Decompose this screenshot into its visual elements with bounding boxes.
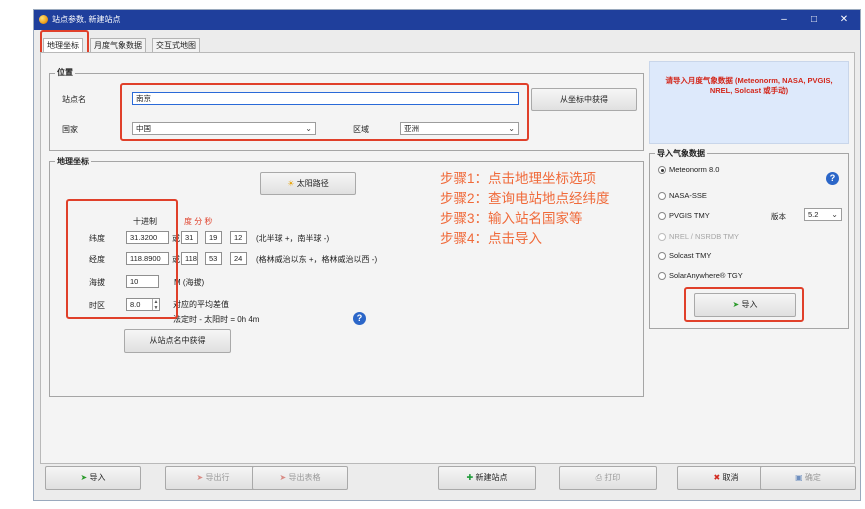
sun-icon: ☀ bbox=[287, 179, 295, 188]
export-table-label: 导出表格 bbox=[288, 473, 321, 482]
longitude-hint: (格林威治以东 +，格林威治以西 -) bbox=[256, 255, 378, 264]
minimize-icon[interactable]: – bbox=[772, 12, 796, 27]
radio-nasa-sse[interactable] bbox=[658, 192, 666, 200]
app-icon bbox=[39, 15, 48, 24]
radio-pvgis[interactable] bbox=[658, 212, 666, 220]
option-nrel: NREL / NSRDB TMY bbox=[669, 232, 740, 241]
sun-path-button[interactable]: ☀ 太阳路径 bbox=[260, 172, 356, 195]
latitude-hint: (北半球 +，南半球 -) bbox=[256, 234, 330, 243]
version-select[interactable]: 5.2 ⌄ bbox=[804, 208, 842, 221]
radio-meteonorm[interactable] bbox=[658, 166, 666, 174]
step-1: 步骤1：点击地理坐标选项 bbox=[440, 171, 597, 186]
steps-annotation: 步骤1：点击地理坐标选项 步骤2：查询电站地点经纬度 步骤3：输入站名国家等 步… bbox=[440, 169, 610, 249]
print-label: 打印 bbox=[604, 473, 621, 482]
new-site-button[interactable]: ✚ 新建站点 bbox=[438, 466, 536, 490]
cancel-x-icon: ✖ bbox=[713, 473, 721, 482]
ok-button[interactable]: ▣ 确定 bbox=[760, 466, 856, 490]
window-title: 站点参数, 新建站点 bbox=[52, 15, 121, 24]
radio-nrel bbox=[658, 233, 666, 241]
new-site-label: 新建站点 bbox=[475, 473, 508, 482]
printer-icon: ⎙ bbox=[595, 473, 603, 482]
altitude-unit: M (海拔) bbox=[174, 278, 205, 287]
import-help-icon[interactable]: ? bbox=[826, 172, 839, 185]
option-solaranywhere[interactable]: SolarAnywhere® TGY bbox=[669, 271, 743, 280]
export-arrow-icon: ➤ bbox=[279, 473, 287, 482]
timezone-note: 对应的平均差值 bbox=[173, 300, 229, 309]
tab-monthly-meteo[interactable]: 月度气象数据 bbox=[90, 38, 146, 52]
site-name-label: 站点名 bbox=[62, 95, 86, 104]
export-table-button[interactable]: ➤ 导出表格 bbox=[252, 466, 348, 490]
latitude-degrees-input[interactable]: 31 bbox=[181, 231, 198, 244]
from-site-name-button[interactable]: 从站点名中获得 bbox=[124, 329, 231, 353]
radio-solcast[interactable] bbox=[658, 252, 666, 260]
title-bar: 站点参数, 新建站点 – □ ✕ bbox=[34, 10, 860, 30]
chevron-down-icon: ⌄ bbox=[831, 210, 838, 219]
tab-interactive-map[interactable]: 交互式地图 bbox=[152, 38, 200, 52]
latitude-minutes-input[interactable]: 19 bbox=[205, 231, 222, 244]
maximize-icon[interactable]: □ bbox=[802, 12, 826, 27]
location-group-label: 位置 bbox=[55, 67, 75, 78]
from-coords-button[interactable]: 从坐标中获得 bbox=[531, 88, 637, 111]
export-site-button[interactable]: ➤ 导出行 bbox=[165, 466, 261, 490]
site-parameters-window: 站点参数, 新建站点 – □ ✕ 地理坐标 月度气象数据 交互式地图 位置 站点… bbox=[33, 9, 861, 501]
option-nasa-sse[interactable]: NASA-SSE bbox=[669, 191, 707, 200]
step-2: 步骤2：查询电站地点经纬度 bbox=[440, 191, 610, 206]
step-4: 步骤4：点击导入 bbox=[440, 231, 543, 246]
longitude-minutes-input[interactable]: 53 bbox=[205, 252, 222, 265]
option-meteonorm[interactable]: Meteonorm 8.0 bbox=[669, 165, 719, 174]
save-icon: ▣ bbox=[795, 473, 803, 482]
longitude-seconds-input[interactable]: 24 bbox=[230, 252, 247, 265]
sun-path-label: 太阳路径 bbox=[296, 179, 329, 188]
annotation-box-location bbox=[120, 83, 529, 141]
plus-icon: ✚ bbox=[466, 473, 474, 482]
tab-content: 位置 站点名 南京 国家 中国 ⌄ 区域 亚洲 ⌄ 从坐标中获得 请导入月度气象… bbox=[40, 52, 855, 464]
step-3: 步骤3：输入站名国家等 bbox=[440, 211, 583, 226]
version-label: 版本 bbox=[771, 212, 786, 221]
annotation-box-import bbox=[684, 287, 804, 322]
geo-group-label: 地理坐标 bbox=[55, 156, 91, 167]
import-arrow-icon: ➤ bbox=[80, 473, 88, 482]
help-icon[interactable]: ? bbox=[353, 312, 366, 325]
version-select-value: 5.2 bbox=[808, 210, 819, 219]
import-note-box: 请导入月度气象数据 (Meteonorm, NASA, PVGIS, NREL,… bbox=[649, 61, 849, 144]
import-button[interactable]: ➤ 导入 bbox=[45, 466, 141, 490]
import-weather-label: 导入气象数据 bbox=[655, 148, 707, 159]
export-arrow-icon: ➤ bbox=[196, 473, 204, 482]
option-solcast[interactable]: Solcast TMY bbox=[669, 251, 711, 260]
annotation-box-coords bbox=[66, 199, 178, 319]
print-button[interactable]: ⎙ 打印 bbox=[559, 466, 657, 490]
close-icon[interactable]: ✕ bbox=[832, 12, 856, 27]
latitude-seconds-input[interactable]: 12 bbox=[230, 231, 247, 244]
import-label: 导入 bbox=[89, 473, 106, 482]
radio-solaranywhere[interactable] bbox=[658, 272, 666, 280]
longitude-degrees-input[interactable]: 118 bbox=[181, 252, 198, 265]
import-note-text: 请导入月度气象数据 (Meteonorm, NASA, PVGIS, NREL,… bbox=[665, 76, 833, 95]
solar-time-note: 法定时 - 太阳时 = 0h 4m bbox=[173, 315, 260, 324]
export-site-label: 导出行 bbox=[205, 473, 230, 482]
country-label: 国家 bbox=[62, 125, 78, 134]
dms-header: 度 分 秒 bbox=[184, 217, 213, 226]
cancel-label: 取消 bbox=[722, 473, 739, 482]
option-pvgis[interactable]: PVGIS TMY bbox=[669, 211, 710, 220]
ok-label: 确定 bbox=[804, 473, 821, 482]
